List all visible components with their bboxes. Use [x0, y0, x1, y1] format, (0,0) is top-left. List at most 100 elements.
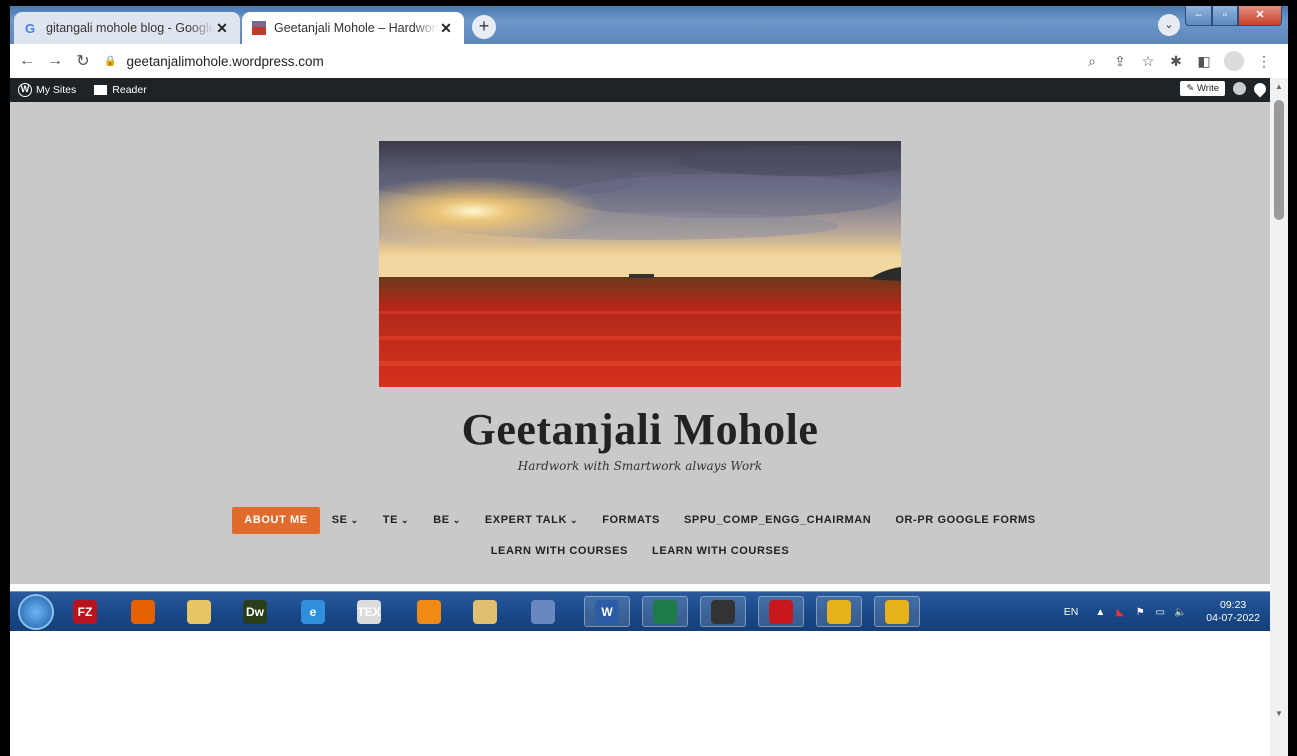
chrome-icon[interactable]: [816, 596, 862, 627]
menu-kebab-icon[interactable]: ⋮: [1250, 53, 1278, 70]
chevron-down-icon: ⌄: [350, 515, 359, 525]
tab-google-search[interactable]: G gitangali mohole blog - Google S ✕: [14, 12, 240, 44]
show-hidden-icons-icon[interactable]: ▲: [1092, 607, 1108, 618]
zoom-icon[interactable]: ⌕: [1078, 53, 1106, 70]
screen-frame: G gitangali mohole blog - Google S ✕ Gee…: [0, 0, 1297, 756]
write-button[interactable]: ✎ Write: [1180, 81, 1225, 96]
browser-toolbar: ← → ↻ 🔒 geetanjalimohole.wordpress.com ⌕…: [10, 44, 1288, 78]
acrobat-icon[interactable]: [758, 596, 804, 627]
tab-geetanjali-blog[interactable]: Geetanjali Mohole – Hardwork w ✕: [242, 12, 464, 44]
scroll-up-icon[interactable]: ▲: [1275, 82, 1283, 91]
action-center-flag-icon[interactable]: ⚑: [1132, 607, 1148, 618]
maximize-button[interactable]: ▫: [1212, 6, 1238, 26]
firefox-icon[interactable]: [126, 596, 160, 627]
word-icon[interactable]: W: [584, 596, 630, 627]
address-bar[interactable]: 🔒 geetanjalimohole.wordpress.com: [104, 54, 324, 69]
menu-item-learn-with-courses[interactable]: LEARN WITH COURSES: [479, 538, 640, 565]
menu-item-learn-with-courses[interactable]: LEARN WITH COURSES: [640, 538, 801, 565]
bookmark-star-icon[interactable]: ☆: [1134, 53, 1162, 70]
close-window-button[interactable]: ✕: [1238, 6, 1282, 26]
primary-menu-row-2: LEARN WITH COURSES LEARN WITH COURSES: [10, 538, 1270, 565]
close-tab-icon[interactable]: ✕: [214, 20, 230, 37]
profile-avatar[interactable]: [1224, 51, 1244, 71]
menu-item-label: LEARN WITH COURSES: [490, 545, 628, 557]
menu-item-label: LEARN WITH COURSES: [652, 545, 790, 557]
side-panel-icon[interactable]: ◧: [1190, 53, 1218, 70]
minimize-button[interactable]: –: [1185, 6, 1212, 26]
taskbar-app-glyph: [131, 599, 155, 624]
my-sites-button[interactable]: W My Sites: [18, 83, 76, 97]
tab-strip: G gitangali mohole blog - Google S ✕ Gee…: [10, 6, 1288, 44]
start-button[interactable]: [18, 594, 54, 630]
paint-icon[interactable]: [468, 596, 502, 627]
page-content: Geetanjali Mohole Hardwork with Smartwor…: [10, 102, 1270, 584]
reader-icon: [94, 85, 108, 95]
system-tray: EN ▲ ◣ ⚑ ▭ 🔈 09:23 04-07-2022: [1064, 592, 1260, 632]
reader-button[interactable]: Reader: [84, 84, 147, 96]
menu-item-about-me[interactable]: ABOUT ME: [232, 507, 320, 534]
taskbar-app-glyph: [417, 599, 441, 624]
clock-time: 09:23: [1220, 599, 1247, 611]
url-text[interactable]: geetanjalimohole.wordpress.com: [126, 54, 323, 69]
filezilla-icon[interactable]: FZ: [68, 596, 102, 627]
notifications-icon[interactable]: [1251, 80, 1269, 97]
menu-item-label: SPPU_COMP_ENGG_CHAIRMAN: [683, 514, 872, 526]
network-icon[interactable]: [642, 596, 688, 627]
internet-explorer-icon[interactable]: e: [296, 596, 330, 627]
close-tab-icon[interactable]: ✕: [438, 20, 454, 37]
google-icon: G: [25, 21, 35, 35]
tex-icon[interactable]: TEX: [352, 596, 386, 627]
share-icon[interactable]: ⇪: [1106, 53, 1134, 70]
network-icon[interactable]: ▭: [1152, 607, 1168, 618]
page-scrollbar[interactable]: ▲ ▼: [1270, 78, 1288, 756]
menu-item-sppu-comp-engg-chairman[interactable]: SPPU_COMP_ENGG_CHAIRMAN: [672, 507, 883, 534]
vlc-icon[interactable]: [412, 596, 446, 627]
tab-title: Geetanjali Mohole – Hardwork w: [274, 21, 438, 35]
volume-icon[interactable]: 🔈: [1172, 607, 1188, 618]
taskbar-app-glyph: FZ: [73, 599, 97, 624]
admin-bar-right: ✎ Write: [1180, 80, 1269, 97]
windows-taskbar: EN ▲ ◣ ⚑ ▭ 🔈 09:23 04-07-2022 FZ Dw e TEX W: [10, 591, 1270, 631]
dreamweaver-icon[interactable]: Dw: [238, 596, 272, 627]
new-tab-button[interactable]: +: [472, 15, 496, 39]
apple-icon[interactable]: [700, 596, 746, 627]
tab-search-icon[interactable]: ⌄: [1158, 14, 1180, 36]
sunset-poppy-field-image: [379, 141, 901, 387]
snipping-tool-icon[interactable]: [526, 596, 560, 627]
extensions-puzzle-icon[interactable]: ✱: [1162, 53, 1190, 70]
menu-item-te[interactable]: TE ⌄: [371, 507, 421, 534]
scroll-thumb[interactable]: [1274, 100, 1284, 220]
reader-label: Reader: [112, 84, 147, 96]
clock[interactable]: 09:23 04-07-2022: [1206, 599, 1260, 625]
forward-arrow-icon[interactable]: →: [44, 52, 66, 70]
taskbar-app-glyph: [769, 599, 793, 624]
menu-item-se[interactable]: SE ⌄: [320, 507, 371, 534]
chevron-down-icon: ⌄: [401, 515, 410, 525]
language-indicator[interactable]: EN: [1064, 606, 1079, 618]
menu-item-label: EXPERT TALK: [484, 514, 568, 526]
menu-item-or-pr-google-forms[interactable]: OR-PR GOOGLE FORMS: [883, 507, 1047, 534]
clock-date: 04-07-2022: [1206, 612, 1260, 624]
wordpress-logo-icon: W: [18, 83, 32, 97]
tray-app-icon[interactable]: ◣: [1112, 607, 1128, 618]
taskbar-app-glyph: W: [595, 599, 619, 624]
scroll-down-icon[interactable]: ▼: [1275, 709, 1283, 718]
back-arrow-icon[interactable]: ←: [16, 52, 38, 70]
menu-item-be[interactable]: BE ⌄: [421, 507, 473, 534]
user-avatar-icon[interactable]: [1233, 82, 1246, 95]
reload-icon[interactable]: ↻: [72, 51, 94, 71]
chrome-icon-2[interactable]: [874, 596, 920, 627]
wordpress-admin-bar: W My Sites Reader ✎ Write: [10, 78, 1288, 102]
site-title[interactable]: Geetanjali Mohole: [10, 404, 1270, 455]
menu-item-label: BE: [433, 514, 450, 526]
file-explorer-icon[interactable]: [182, 596, 216, 627]
menu-item-expert-talk[interactable]: EXPERT TALK ⌄: [473, 507, 590, 534]
primary-menu-row-1: ABOUT ME SE ⌄ TE ⌄ BE ⌄ EXPERT TALK ⌄ FORMATS SPPU…: [10, 507, 1270, 534]
taskbar-app-glyph: [187, 599, 211, 624]
taskbar-app-glyph: [653, 599, 677, 624]
menu-item-label: FORMATS: [602, 514, 660, 526]
taskbar-app-glyph: e: [301, 599, 325, 624]
header-image: [379, 141, 901, 387]
site-tagline: Hardwork with Smartwork always Work: [517, 459, 763, 473]
menu-item-formats[interactable]: FORMATS: [590, 507, 672, 534]
